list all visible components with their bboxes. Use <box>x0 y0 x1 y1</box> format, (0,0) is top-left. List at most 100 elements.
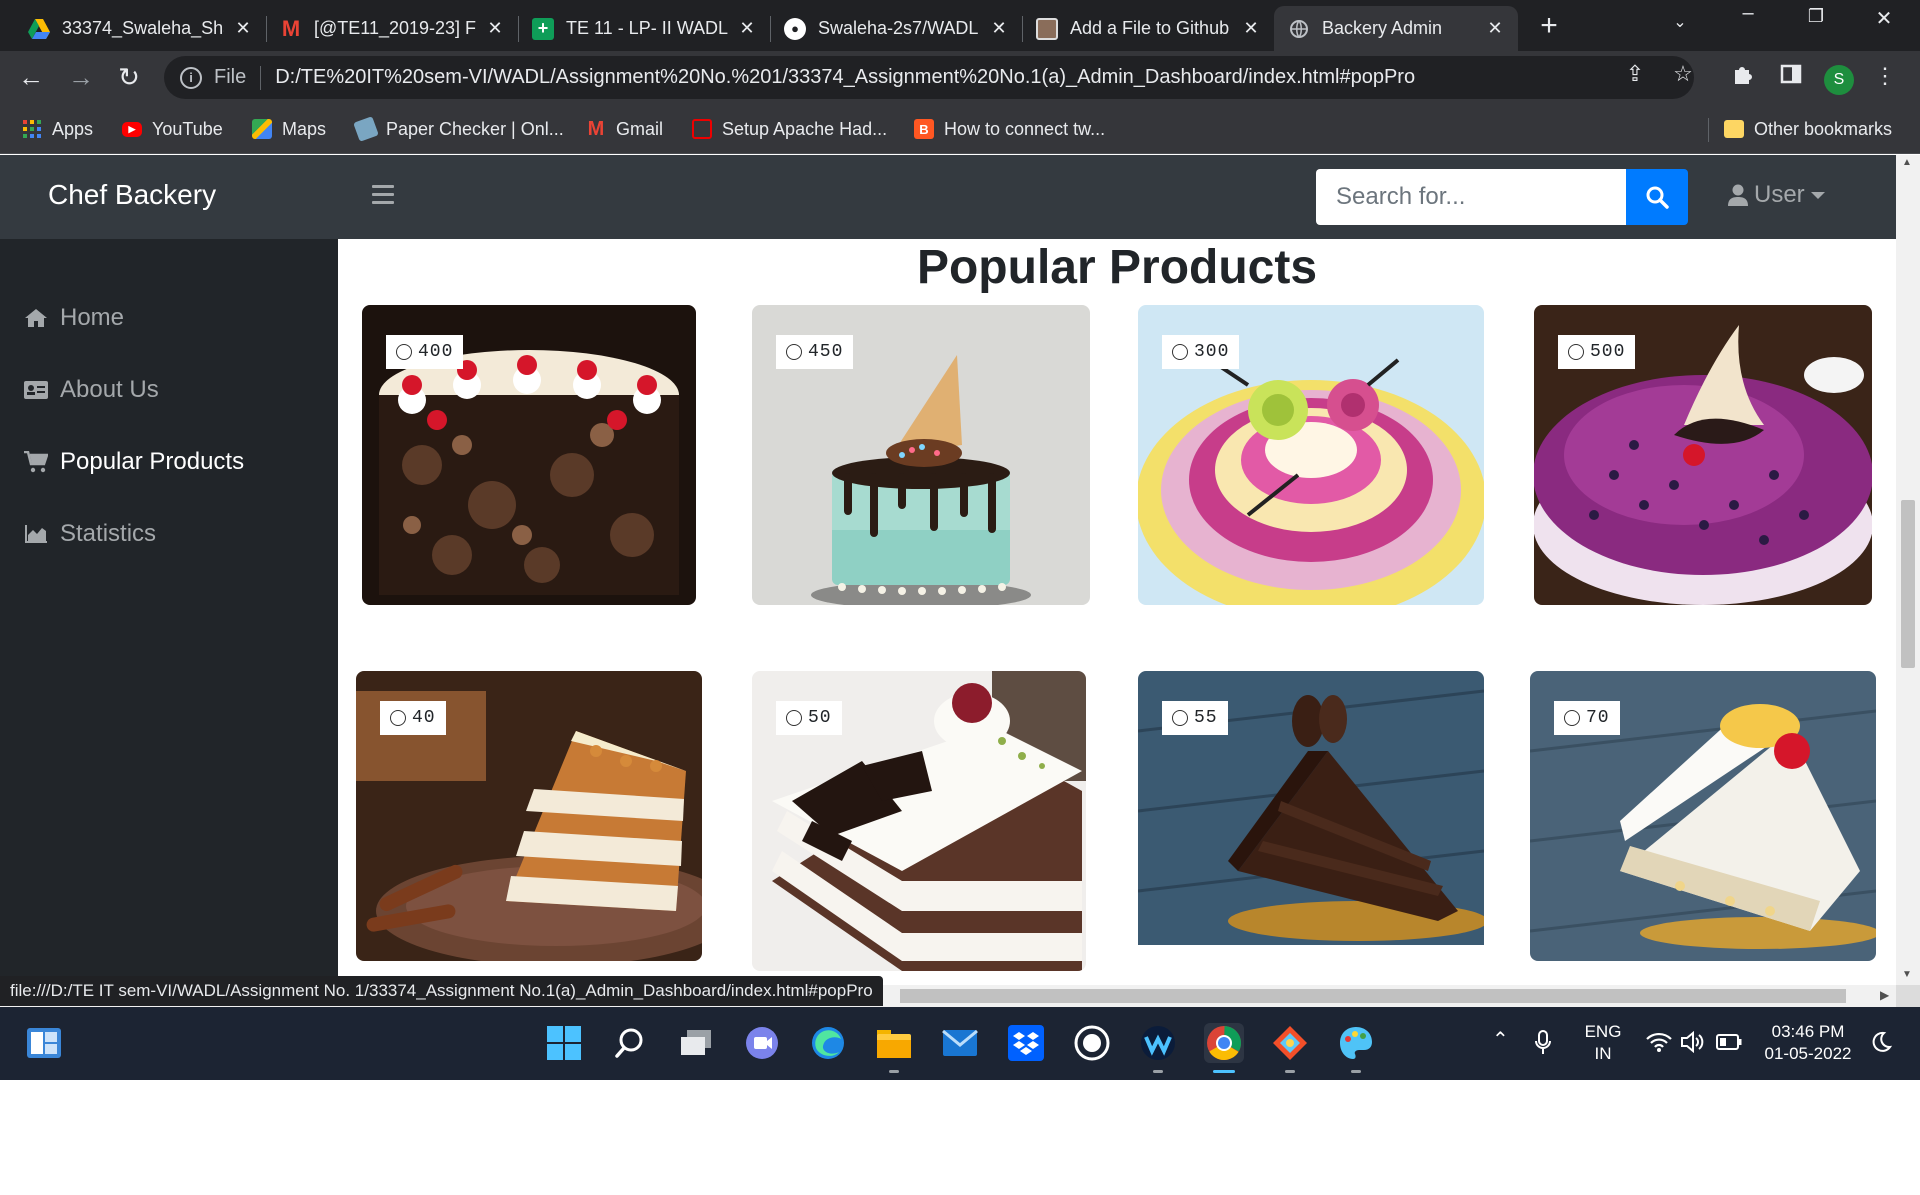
maps-icon <box>252 119 272 139</box>
sidebar: Home About Us Popular Products Statistic… <box>0 239 338 1007</box>
user-dropdown[interactable]: User <box>1728 181 1825 209</box>
scroll-up-arrow-icon[interactable]: ▲ <box>1902 157 1912 168</box>
forward-arrow-icon[interactable]: → <box>66 63 96 93</box>
windows-start-icon[interactable] <box>544 1023 584 1063</box>
browser-tab-5[interactable]: Add a File to Github ✕ <box>1022 6 1274 51</box>
horizontal-scroll-thumb[interactable] <box>900 989 1846 1003</box>
scroll-right-arrow-icon[interactable]: ▶ <box>1880 988 1889 1002</box>
bookmark-blogger[interactable]: B How to connect tw... <box>914 116 1105 142</box>
price-option[interactable]: 50 <box>776 701 842 735</box>
vertical-scrollbar[interactable]: ▲ ▼ <box>1896 155 1920 985</box>
sidebar-toggle-icon[interactable] <box>372 185 394 205</box>
reload-icon[interactable]: ↻ <box>114 63 144 93</box>
github-desktop-icon[interactable] <box>1072 1023 1112 1063</box>
teams-chat-icon[interactable] <box>742 1023 782 1063</box>
bookmark-paper-checker[interactable]: Paper Checker | Onl... <box>353 116 564 142</box>
browser-tab-active[interactable]: Backery Admin ✕ <box>1274 6 1518 51</box>
product-card-rainbow-mirror-cake[interactable]: 300 <box>1138 305 1484 605</box>
show-hidden-icons-chevron[interactable]: ⌃ <box>1492 1029 1509 1051</box>
product-card-black-forest-slice[interactable]: 50 <box>752 671 1086 971</box>
bookmark-apps[interactable]: Apps <box>22 116 93 142</box>
id-card-icon <box>24 379 48 401</box>
price-option[interactable]: 450 <box>776 335 854 369</box>
github-icon: ● <box>784 17 806 40</box>
sidebar-item-label: Home <box>60 304 125 331</box>
sidebar-item-popular-products[interactable]: Popular Products <box>24 445 244 479</box>
back-arrow-icon[interactable]: ← <box>16 63 46 93</box>
product-card-chocolate-truffle-slice[interactable]: 55 <box>1138 671 1484 945</box>
home-icon <box>24 307 48 329</box>
taskbar-clock[interactable]: 03:46 PM 01-05-2022 <box>1758 1021 1858 1065</box>
product-card-pineapple-cake-slice[interactable]: 70 <box>1530 671 1876 961</box>
product-card-carrot-cake-slice[interactable]: 40 <box>356 671 702 961</box>
url-text[interactable]: D:/TE%20IT%20sem-VI/WADL/Assignment%20No… <box>275 66 1415 89</box>
close-tab-icon[interactable]: ✕ <box>1484 18 1506 39</box>
bookmark-gmail[interactable]: M Gmail <box>586 116 663 142</box>
bookmark-star-icon[interactable]: ☆ <box>1668 61 1698 87</box>
browser-tab-2[interactable]: M [@TE11_2019-23] Fwd ✕ <box>266 6 519 51</box>
search-icon[interactable] <box>610 1023 650 1063</box>
restore-icon[interactable]: ❐ <box>1798 6 1834 27</box>
product-card-blueberry-cake[interactable]: 500 <box>1534 305 1872 605</box>
edge-browser-icon[interactable] <box>808 1023 848 1063</box>
price-option[interactable]: 40 <box>380 701 446 735</box>
volume-icon[interactable] <box>1678 1027 1708 1057</box>
microphone-icon[interactable] <box>1528 1025 1558 1061</box>
night-mode-moon-icon[interactable] <box>1866 1027 1896 1057</box>
radio-icon <box>1568 344 1584 360</box>
product-card-ice-cream-drip-cake[interactable]: 450 <box>752 305 1090 605</box>
scroll-down-arrow-icon[interactable]: ▼ <box>1902 969 1912 980</box>
bookmark-apache[interactable]: Setup Apache Had... <box>692 116 887 142</box>
browser-tab-3[interactable]: + TE 11 - LP- II WADL ✕ <box>518 6 771 51</box>
new-tab-button[interactable]: + <box>1532 10 1566 44</box>
close-tab-icon[interactable]: ✕ <box>988 18 1010 39</box>
sidebar-item-about-us[interactable]: About Us <box>24 373 159 407</box>
price-option[interactable]: 300 <box>1162 335 1240 369</box>
bookmark-youtube[interactable]: ▶ YouTube <box>122 116 223 142</box>
price-option[interactable]: 500 <box>1558 335 1636 369</box>
radio-icon <box>786 344 802 360</box>
chrome-icon[interactable] <box>1204 1023 1244 1073</box>
minimize-icon[interactable]: – <box>1730 2 1766 25</box>
close-tab-icon[interactable]: ✕ <box>1240 18 1262 39</box>
tab-title: TE 11 - LP- II WADL <box>566 18 728 38</box>
browser-tab-1[interactable]: 33374_Swaleha_Shaikh ✕ <box>14 6 267 51</box>
price-option[interactable]: 400 <box>386 335 464 369</box>
input-language[interactable]: ENG IN <box>1580 1021 1626 1065</box>
search-input[interactable] <box>1316 169 1626 225</box>
wifi-icon[interactable] <box>1644 1027 1674 1057</box>
profile-avatar[interactable]: S <box>1824 65 1854 95</box>
extensions-puzzle-icon[interactable] <box>1728 63 1758 91</box>
site-info-icon[interactable]: i <box>180 66 202 89</box>
widgets-icon[interactable] <box>24 1023 64 1063</box>
side-panel-icon[interactable] <box>1776 63 1806 91</box>
sidebar-item-home[interactable]: Home <box>24 301 124 335</box>
bookmark-maps[interactable]: Maps <box>252 116 326 142</box>
file-explorer-icon[interactable] <box>874 1023 914 1073</box>
mail-icon[interactable] <box>940 1023 980 1063</box>
battery-icon[interactable] <box>1714 1027 1744 1057</box>
product-card-black-forest-cake[interactable]: 400 <box>362 305 696 605</box>
browser-tab-4[interactable]: ● Swaleha-2s7/WADL ✕ <box>770 6 1023 51</box>
paint-icon[interactable] <box>1336 1023 1376 1073</box>
browser-menu-icon[interactable]: ⋮ <box>1870 63 1900 89</box>
apache-icon <box>692 119 712 139</box>
gitkraken-icon[interactable] <box>1270 1023 1310 1073</box>
close-window-icon[interactable]: ✕ <box>1866 6 1902 31</box>
close-tab-icon[interactable]: ✕ <box>484 18 506 39</box>
vertical-scroll-thumb[interactable] <box>1901 500 1915 668</box>
webex-icon[interactable] <box>1138 1023 1178 1073</box>
sidebar-item-statistics[interactable]: Statistics <box>24 517 156 551</box>
bookmark-other-folder[interactable]: Other bookmarks <box>1724 116 1892 142</box>
share-icon[interactable]: ⇪ <box>1620 61 1650 87</box>
tab-search-icon[interactable]: ⌄ <box>1662 12 1698 32</box>
task-view-icon[interactable] <box>676 1023 716 1063</box>
brand-title[interactable]: Chef Backery <box>48 179 216 211</box>
close-tab-icon[interactable]: ✕ <box>232 18 254 39</box>
search-button[interactable] <box>1626 169 1688 225</box>
close-tab-icon[interactable]: ✕ <box>736 18 758 39</box>
address-bar[interactable]: i File D:/TE%20IT%20sem-VI/WADL/Assignme… <box>164 56 1694 99</box>
dropbox-icon[interactable] <box>1006 1023 1046 1063</box>
price-option[interactable]: 70 <box>1554 701 1620 735</box>
price-option[interactable]: 55 <box>1162 701 1228 735</box>
